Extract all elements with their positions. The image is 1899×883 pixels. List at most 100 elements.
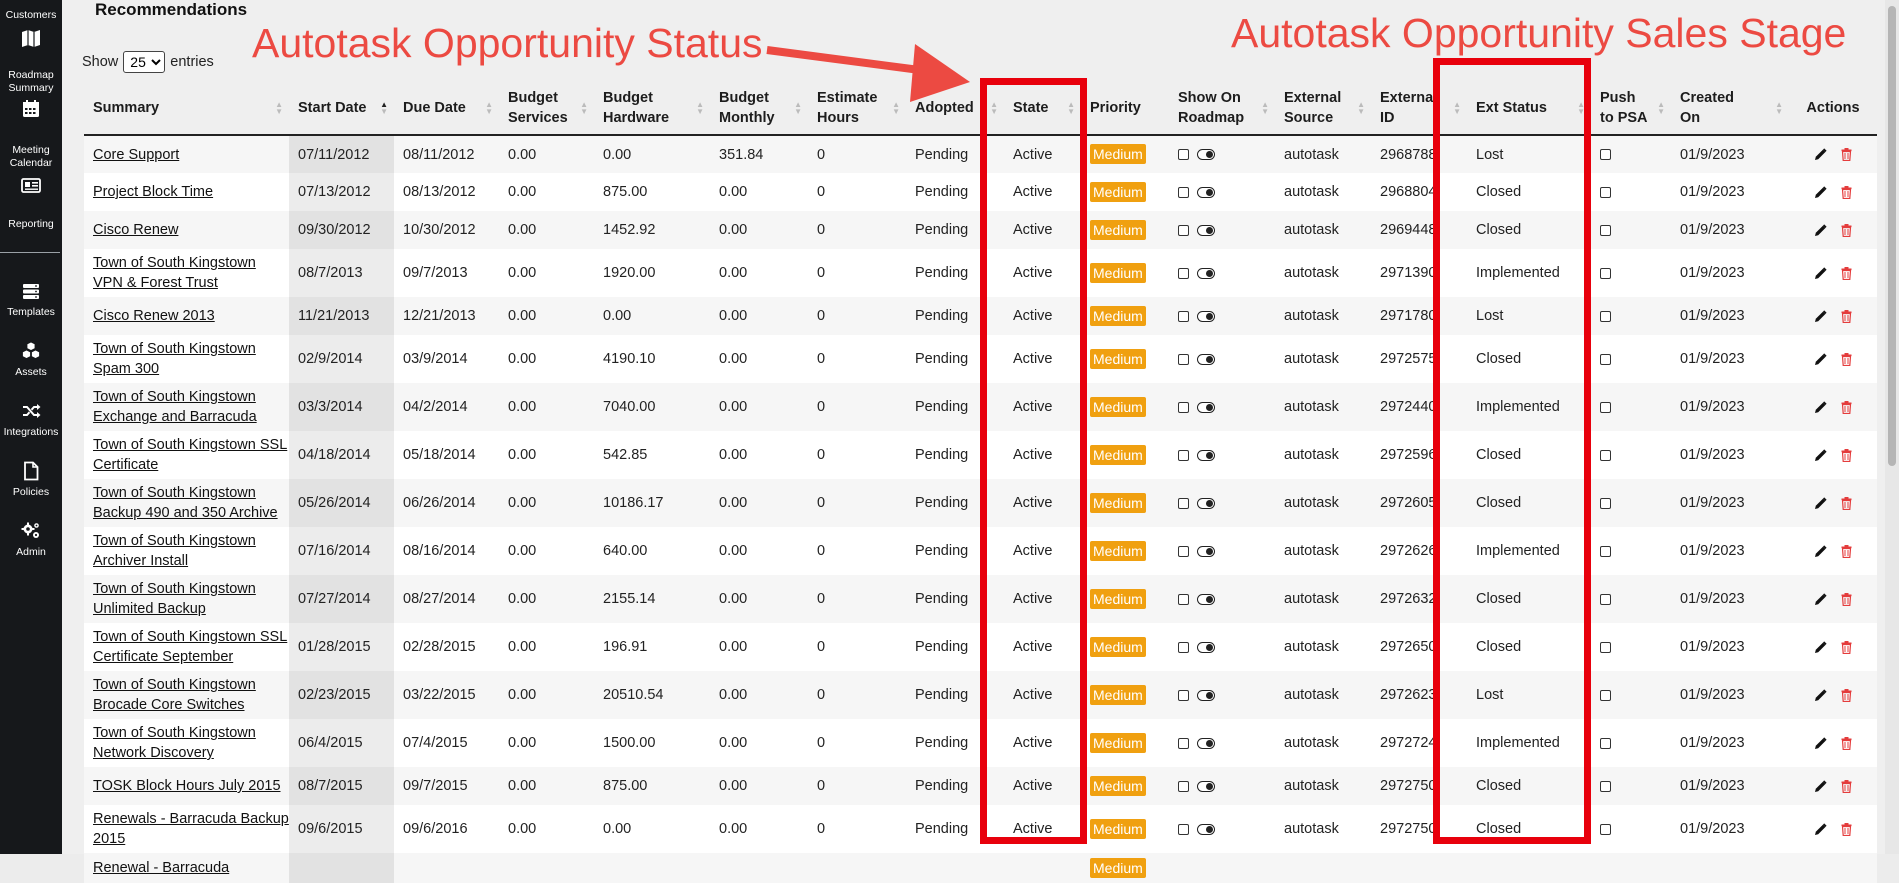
delete-icon[interactable]	[1841, 266, 1852, 280]
summary-link[interactable]: Town of South Kingstown Backup 490 and 3…	[93, 485, 278, 521]
show-on-roadmap-checkbox[interactable]	[1178, 641, 1189, 653]
show-on-roadmap-checkbox[interactable]	[1178, 224, 1189, 236]
summary-link[interactable]: Town of South Kingstown Archiver Install	[93, 533, 256, 569]
edit-icon[interactable]	[1814, 224, 1827, 237]
push-to-psa-checkbox[interactable]	[1600, 545, 1611, 557]
push-to-psa-checkbox[interactable]	[1600, 449, 1611, 461]
delete-icon[interactable]	[1841, 185, 1852, 199]
push-to-psa-checkbox[interactable]	[1600, 186, 1611, 198]
show-on-roadmap-toggle[interactable]	[1197, 641, 1215, 653]
show-on-roadmap-checkbox[interactable]	[1178, 545, 1189, 557]
vertical-scrollbar[interactable]	[1885, 0, 1899, 854]
push-to-psa-checkbox[interactable]	[1600, 224, 1611, 236]
summary-link[interactable]: Town of South Kingstown SSL Certificate	[93, 437, 287, 473]
show-on-roadmap-toggle[interactable]	[1197, 689, 1215, 701]
column-header-budget-services[interactable]: Budget Services ▲ ▼	[499, 82, 594, 136]
summary-link[interactable]: Town of South Kingstown Exchange and Bar…	[93, 389, 257, 425]
push-to-psa-checkbox[interactable]	[1600, 823, 1611, 835]
show-on-roadmap-checkbox[interactable]	[1178, 401, 1189, 413]
sidebar-item-assets[interactable]: Assets	[0, 340, 62, 379]
sidebar-item-customers[interactable]: Customers	[0, 9, 62, 49]
delete-icon[interactable]	[1841, 352, 1852, 366]
edit-icon[interactable]	[1814, 737, 1827, 750]
show-on-roadmap-checkbox[interactable]	[1178, 353, 1189, 365]
summary-link[interactable]: Core Support	[93, 147, 179, 163]
delete-icon[interactable]	[1841, 400, 1852, 414]
sidebar-item-roadmap-summary[interactable]: Roadmap Summary	[0, 69, 62, 120]
edit-icon[interactable]	[1814, 689, 1827, 702]
show-on-roadmap-checkbox[interactable]	[1178, 823, 1189, 835]
show-on-roadmap-toggle[interactable]	[1197, 267, 1215, 279]
show-on-roadmap-checkbox[interactable]	[1178, 310, 1189, 322]
sidebar-item-integrations[interactable]: Integrations	[0, 400, 62, 439]
delete-icon[interactable]	[1841, 496, 1852, 510]
show-on-roadmap-checkbox[interactable]	[1178, 689, 1189, 701]
show-on-roadmap-toggle[interactable]	[1197, 593, 1215, 605]
summary-link[interactable]: Cisco Renew 2013	[93, 308, 215, 324]
edit-icon[interactable]	[1814, 593, 1827, 606]
summary-link[interactable]: Town of South Kingstown VPN & Forest Tru…	[93, 255, 256, 291]
edit-icon[interactable]	[1814, 353, 1827, 366]
column-header-start-date[interactable]: Start Date ▲ ▼	[289, 82, 394, 136]
edit-icon[interactable]	[1814, 267, 1827, 280]
show-on-roadmap-toggle[interactable]	[1197, 545, 1215, 557]
edit-icon[interactable]	[1814, 186, 1827, 199]
column-header-push-to-psa[interactable]: Push to PSA ▲ ▼	[1591, 82, 1671, 136]
summary-link[interactable]: Cisco Renew	[93, 222, 178, 238]
edit-icon[interactable]	[1814, 641, 1827, 654]
push-to-psa-checkbox[interactable]	[1600, 641, 1611, 653]
edit-icon[interactable]	[1814, 823, 1827, 836]
push-to-psa-checkbox[interactable]	[1600, 149, 1611, 161]
show-on-roadmap-toggle[interactable]	[1197, 780, 1215, 792]
show-on-roadmap-toggle[interactable]	[1197, 186, 1215, 198]
summary-link[interactable]: Renewal - Barracuda	[93, 860, 229, 876]
delete-icon[interactable]	[1841, 779, 1852, 793]
summary-link[interactable]: TOSK Block Hours July 2015	[93, 778, 281, 794]
edit-icon[interactable]	[1814, 497, 1827, 510]
delete-icon[interactable]	[1841, 309, 1852, 323]
show-on-roadmap-checkbox[interactable]	[1178, 780, 1189, 792]
push-to-psa-checkbox[interactable]	[1600, 267, 1611, 279]
edit-icon[interactable]	[1814, 449, 1827, 462]
summary-link[interactable]: Town of South Kingstown Unlimited Backup	[93, 581, 256, 617]
delete-icon[interactable]	[1841, 822, 1852, 836]
delete-icon[interactable]	[1841, 592, 1852, 606]
push-to-psa-checkbox[interactable]	[1600, 401, 1611, 413]
sidebar-item-meeting-calendar[interactable]: Meeting Calendar	[0, 144, 62, 196]
delete-icon[interactable]	[1841, 688, 1852, 702]
show-on-roadmap-checkbox[interactable]	[1178, 449, 1189, 461]
push-to-psa-checkbox[interactable]	[1600, 780, 1611, 792]
show-on-roadmap-toggle[interactable]	[1197, 353, 1215, 365]
column-header-created-on[interactable]: Created On ▲ ▼	[1671, 82, 1789, 136]
show-on-roadmap-checkbox[interactable]	[1178, 593, 1189, 605]
show-on-roadmap-toggle[interactable]	[1197, 224, 1215, 236]
edit-icon[interactable]	[1814, 545, 1827, 558]
show-on-roadmap-toggle[interactable]	[1197, 737, 1215, 749]
delete-icon[interactable]	[1841, 223, 1852, 237]
summary-link[interactable]: Town of South Kingstown Network Discover…	[93, 725, 256, 761]
show-on-roadmap-toggle[interactable]	[1197, 310, 1215, 322]
show-on-roadmap-toggle[interactable]	[1197, 401, 1215, 413]
show-on-roadmap-toggle[interactable]	[1197, 497, 1215, 509]
show-on-roadmap-checkbox[interactable]	[1178, 149, 1189, 161]
push-to-psa-checkbox[interactable]	[1600, 353, 1611, 365]
column-header-due-date[interactable]: Due Date ▲ ▼	[394, 82, 499, 136]
edit-icon[interactable]	[1814, 310, 1827, 323]
delete-icon[interactable]	[1841, 448, 1852, 462]
summary-link[interactable]: Project Block Time	[93, 184, 213, 200]
scrollbar-thumb[interactable]	[1888, 6, 1896, 466]
show-on-roadmap-toggle[interactable]	[1197, 449, 1215, 461]
push-to-psa-checkbox[interactable]	[1600, 737, 1611, 749]
summary-link[interactable]: Renewals - Barracuda Backup 2015	[93, 811, 289, 847]
column-header-priority[interactable]: Priority	[1081, 82, 1169, 136]
edit-icon[interactable]	[1814, 780, 1827, 793]
push-to-psa-checkbox[interactable]	[1600, 497, 1611, 509]
show-on-roadmap-toggle[interactable]	[1197, 149, 1215, 161]
summary-link[interactable]: Town of South Kingstown SSL Certificate …	[93, 629, 287, 665]
column-header-summary[interactable]: Summary ▲ ▼	[84, 82, 289, 136]
column-header-budget-hardware[interactable]: Budget Hardware ▲ ▼	[594, 82, 710, 136]
show-on-roadmap-checkbox[interactable]	[1178, 737, 1189, 749]
edit-icon[interactable]	[1814, 148, 1827, 161]
delete-icon[interactable]	[1841, 640, 1852, 654]
delete-icon[interactable]	[1841, 148, 1852, 162]
